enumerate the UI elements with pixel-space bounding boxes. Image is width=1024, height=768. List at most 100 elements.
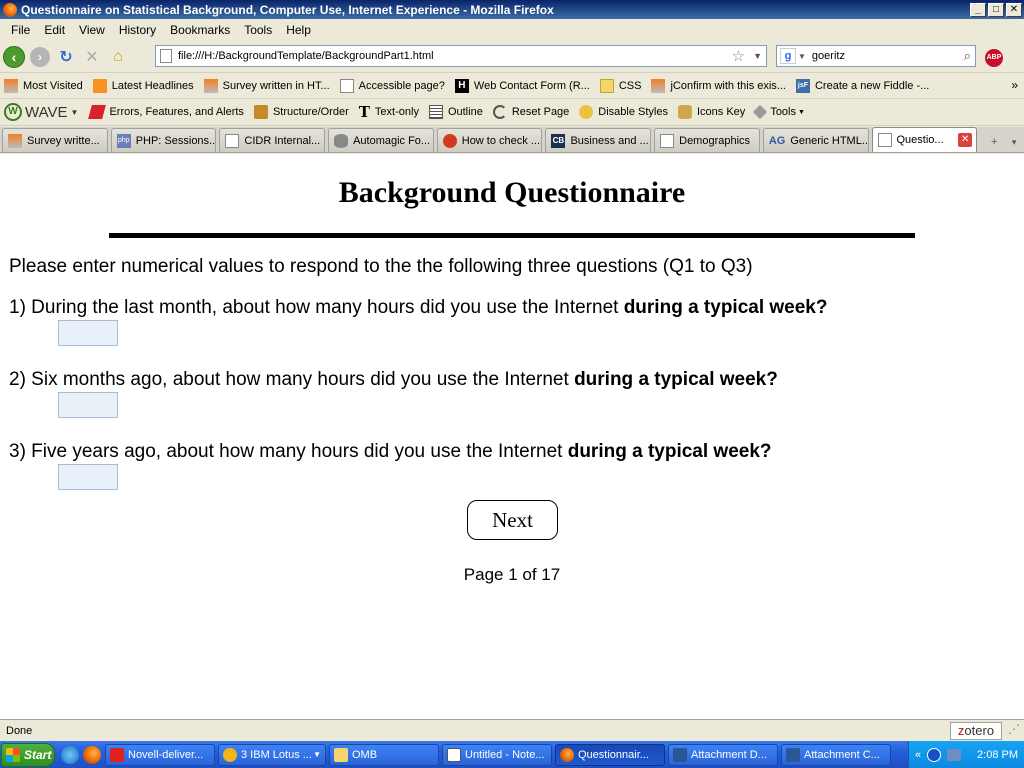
tab-active[interactable]: Questio... ✕ [871,127,978,152]
stop-button[interactable]: ✕ [80,45,104,69]
zotero-button[interactable]: zotero [950,721,1002,740]
wave-text-only-button[interactable]: T Text-only [359,105,419,120]
wave-errors-button[interactable]: Errors, Features, and Alerts [88,105,244,119]
reset-icon [492,105,507,119]
bookmark-item[interactable]: Latest Headlines [92,78,194,93]
tab-list-dropdown-icon[interactable]: ▾ [1004,132,1024,152]
wave-label: Structure/Order [272,106,349,118]
start-label: Start [24,747,52,762]
tab[interactable]: AG Generic HTML... [762,128,869,152]
structure-icon [253,105,268,119]
search-bar[interactable]: g ▼ ⌕ [776,45,976,67]
tab[interactable]: Demographics [654,128,760,152]
tray-expand-icon[interactable]: « [915,749,921,761]
tab-label: Generic HTML... [790,134,869,147]
tab[interactable]: Automagic Fo... [328,128,434,152]
url-bar[interactable]: file:///H:/BackgroundTemplate/Background… [155,45,767,67]
q1-hours-input[interactable] [58,320,118,346]
wave-disable-styles-button[interactable]: Disable Styles [579,105,668,119]
wave-structure-button[interactable]: Structure/Order [253,105,349,119]
new-tab-icon[interactable]: + [984,132,1004,152]
tab[interactable]: CB Business and ... [545,128,652,152]
bookmark-folder[interactable]: CSS [599,78,641,93]
wave-tools-button[interactable]: Tools ▼ [753,104,805,120]
page-title: Background Questionnaire [338,176,686,209]
bookmark-label: Latest Headlines [111,79,194,92]
page-indicator: Page 1 of 17 [463,565,561,584]
q3-hours-input[interactable] [58,464,118,490]
reload-button[interactable]: ↻ [54,45,78,69]
bookmark-star-icon[interactable]: ☆ [732,47,745,65]
disable-styles-icon [579,105,594,119]
wave-menu[interactable]: W WAVE ▼ [4,103,78,121]
tab-label: How to check ... [461,134,541,147]
firefox-icon[interactable] [83,745,101,764]
next-button[interactable]: Next [467,500,558,540]
bookmark-item[interactable]: Accessible page? [339,78,445,93]
wave-toolbar: W WAVE ▼ Errors, Features, and Alerts St… [0,99,1024,126]
search-engine-dropdown-icon[interactable]: ▼ [798,52,806,61]
wave-reset-button[interactable]: Reset Page [492,105,569,119]
taskbar-item[interactable]: 3 IBM Lotus ... ▼ [218,743,326,766]
close-tab-icon[interactable]: ✕ [958,133,973,147]
menu-file[interactable]: File [4,23,37,37]
start-button[interactable]: Start [1,742,55,767]
taskbar-item[interactable]: Attachment D... [668,743,778,766]
tab-label: Automagic Fo... [353,134,431,147]
bookmark-label: Accessible page? [358,79,445,92]
home-button[interactable]: ⌂ [106,45,130,69]
url-text[interactable]: file:///H:/BackgroundTemplate/Background… [178,50,732,62]
taskbar-item[interactable]: Novell-deliver... [105,743,215,766]
forward-button[interactable]: › [28,45,52,69]
bookmark-item[interactable]: Most Visited [4,78,83,93]
question-text: 2) Six months ago, about how many hours … [9,369,575,390]
menu-history[interactable]: History [112,23,163,37]
tab[interactable]: php PHP: Sessions... [110,128,217,152]
chevron-down-icon: ▼ [313,750,321,759]
bookmarks-overflow-icon[interactable]: » [1011,78,1018,92]
wave-label: Tools [770,106,796,118]
q2-hours-input[interactable] [58,392,118,418]
maximize-button[interactable]: □ [988,2,1004,17]
ag-icon: AG [768,134,786,147]
wave-icons-key-button[interactable]: Icons Key [678,105,745,119]
close-button[interactable]: ✕ [1006,2,1022,17]
question-emphasis: during a typical week? [623,297,828,318]
novell-icon [110,747,124,762]
resize-grip-icon[interactable]: ⋰ [1004,722,1024,740]
bookmark-item[interactable]: jConfirm with this exis... [651,78,786,93]
internet-explorer-icon[interactable] [61,745,79,764]
taskbar-label: Attachment D... [691,748,767,761]
bookmark-item[interactable]: H Web Contact Form (R... [454,78,590,93]
menu-tools[interactable]: Tools [237,23,279,37]
menu-view[interactable]: View [72,23,112,37]
bookmark-item[interactable]: Survey written in HT... [203,78,330,93]
taskbar-item[interactable]: OMB [329,743,439,766]
menu-edit[interactable]: Edit [37,23,72,37]
wave-outline-button[interactable]: Outline [428,105,483,119]
status-bar: Done zotero ⋰ [0,719,1024,741]
search-input[interactable] [811,50,952,62]
vpn-icon[interactable] [927,747,942,762]
tab[interactable]: CIDR Internal... [219,128,326,152]
taskbar-item-active[interactable]: Questionnair... [555,743,665,766]
tab[interactable]: How to check ... [436,128,543,152]
folder-icon [334,747,348,762]
database-icon [334,133,349,148]
minimize-button[interactable]: _ [970,2,986,17]
bookmark-item[interactable]: jsF Create a new Fiddle -... [795,78,929,93]
question-text: 1) During the last month, about how many… [9,297,624,318]
menu-bookmarks[interactable]: Bookmarks [163,23,237,37]
taskbar-item[interactable]: Attachment C... [781,743,891,766]
taskbar-item[interactable]: Untitled - Note... [442,743,552,766]
google-icon[interactable]: g [780,48,796,64]
network-icon[interactable] [947,748,962,761]
search-icon[interactable]: ⌕ [964,48,971,64]
url-dropdown-icon[interactable]: ▼ [753,51,762,61]
menu-help[interactable]: Help [279,23,318,37]
adblock-plus-icon[interactable]: ABP [985,49,1003,67]
tab[interactable]: Survey writte... [2,128,108,152]
clock[interactable]: 2:08 PM [977,749,1018,761]
back-button[interactable]: ‹ [2,45,26,69]
tab-label: Questio... [896,134,944,146]
